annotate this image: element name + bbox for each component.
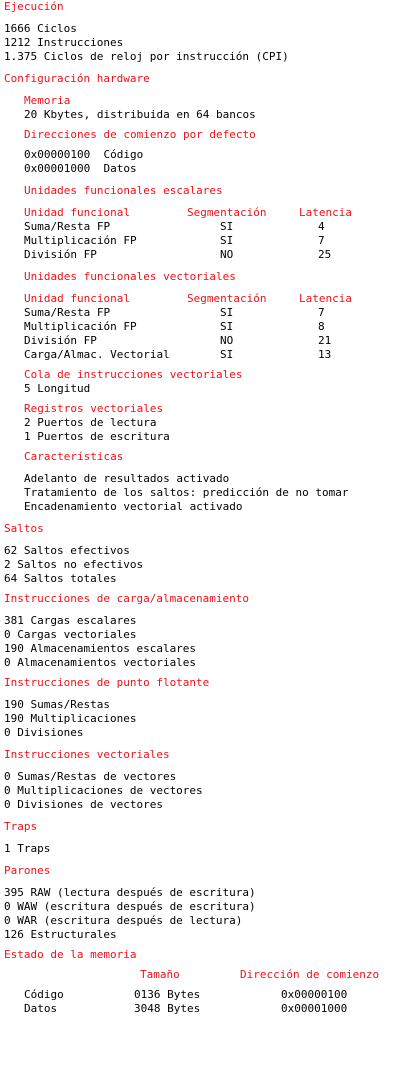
jumps-taken: 62 Saltos efectivos xyxy=(4,544,130,557)
segment-size: 0136 Bytes xyxy=(134,988,201,1001)
table-row: Suma/Resta FP SI 4 xyxy=(4,220,408,234)
feature-branch-handling: Tratamiento de los saltos: predicción de… xyxy=(24,486,349,499)
unit-pipelining: SI xyxy=(220,234,234,247)
column-header-size: Tamaño xyxy=(140,968,180,981)
vector-write-ports: 1 Puertos de escritura xyxy=(24,430,170,443)
unit-pipelining: SI xyxy=(220,348,234,361)
subsection-title-features: Características xyxy=(24,450,124,463)
table-row: Multiplicación FP SI 8 xyxy=(4,320,408,334)
unit-latency: 13 xyxy=(318,348,332,361)
unit-name: Suma/Resta FP xyxy=(24,306,111,319)
subsection-title-memory: Memoria xyxy=(24,94,71,107)
execution-instructions: 1212 Instrucciones xyxy=(4,36,124,49)
stalls-war: 0 WAR (escritura después de lectura) xyxy=(4,914,243,927)
segment-name: Código xyxy=(24,988,64,1001)
vector-stores: 0 Almacenamientos vectoriales xyxy=(4,656,197,669)
vector-loads: 0 Cargas vectoriales xyxy=(4,628,137,641)
table-row: Datos 3048 Bytes 0x00001000 xyxy=(4,1002,408,1016)
column-header-start-address: Dirección de comienzo xyxy=(240,968,380,981)
column-header-pipelining: Segmentación xyxy=(187,292,267,305)
unit-name: División FP xyxy=(24,334,97,347)
jumps-total: 64 Saltos totales xyxy=(4,572,117,585)
section-title-hardware: Configuración hardware xyxy=(4,72,150,85)
unit-pipelining: SI xyxy=(220,320,234,333)
subsection-title-vector-registers: Registros vectoriales xyxy=(24,402,164,415)
vector-units-header: Unidad funcional Segmentación Latencia xyxy=(4,292,408,306)
unit-pipelining: SI xyxy=(220,306,234,319)
section-title-traps: Traps xyxy=(4,820,38,833)
subsection-title-scalar-units: Unidades funcionales escalares xyxy=(24,184,223,197)
section-title-vector-instructions: Instrucciones vectoriales xyxy=(4,748,170,761)
section-title-execution: Ejecución xyxy=(4,0,64,13)
segment-address: 0x00001000 xyxy=(281,1002,348,1015)
section-title-stalls: Parones xyxy=(4,864,51,877)
vector-add-sub: 0 Sumas/Restas de vectores xyxy=(4,770,177,783)
scalar-units-header: Unidad funcional Segmentación Latencia xyxy=(4,206,408,220)
stalls-waw: 0 WAW (escritura después de escritura) xyxy=(4,900,256,913)
vector-div: 0 Divisiones de vectores xyxy=(4,798,163,811)
statistics-report: Ejecución 1666 Ciclos 1212 Instrucciones… xyxy=(0,0,408,1016)
jumps-not-taken: 2 Saltos no efectivos xyxy=(4,558,144,571)
column-header-unit: Unidad funcional xyxy=(24,292,130,305)
table-row: Código 0136 Bytes 0x00000100 xyxy=(4,988,408,1002)
execution-cpi: 1.375 Ciclos de reloj por instrucción (C… xyxy=(4,50,289,63)
traps-count: 1 Traps xyxy=(4,842,51,855)
scalar-loads: 381 Cargas escalares xyxy=(4,614,137,627)
fp-mul: 190 Multiplicaciones xyxy=(4,712,137,725)
subsection-title-addresses: Direcciones de comienzo por defecto xyxy=(24,128,256,141)
stalls-structural: 126 Estructurales xyxy=(4,928,117,941)
table-row: División FP NO 21 xyxy=(4,334,408,348)
unit-latency: 8 xyxy=(318,320,325,333)
unit-latency: 21 xyxy=(318,334,332,347)
unit-latency: 7 xyxy=(318,306,325,319)
segment-address: 0x00000100 xyxy=(281,988,348,1001)
unit-latency: 25 xyxy=(318,248,332,261)
column-header-unit: Unidad funcional xyxy=(24,206,130,219)
execution-cycles: 1666 Ciclos xyxy=(4,22,77,35)
section-title-floating-point: Instrucciones de punto flotante xyxy=(4,676,210,689)
stalls-raw: 395 RAW (lectura después de escritura) xyxy=(4,886,256,899)
unit-name: Multiplicación FP xyxy=(24,234,137,247)
vector-mul: 0 Multiplicaciones de vectores xyxy=(4,784,203,797)
table-row: Multiplicación FP SI 7 xyxy=(4,234,408,248)
table-row: Carga/Almac. Vectorial SI 13 xyxy=(4,348,408,362)
segment-name: Datos xyxy=(24,1002,58,1015)
section-title-load-store: Instrucciones de carga/almacenamiento xyxy=(4,592,250,605)
vector-queue-length: 5 Longitud xyxy=(24,382,91,395)
column-header-latency: Latencia xyxy=(299,292,352,305)
unit-name: Suma/Resta FP xyxy=(24,220,111,233)
unit-pipelining: SI xyxy=(220,220,234,233)
fp-add-sub: 190 Sumas/Restas xyxy=(4,698,110,711)
table-row: División FP NO 25 xyxy=(4,248,408,262)
table-row: Suma/Resta FP SI 7 xyxy=(4,306,408,320)
column-header-latency: Latencia xyxy=(299,206,352,219)
vector-read-ports: 2 Puertos de lectura xyxy=(24,416,157,429)
section-title-memory-state: Estado de la memoria xyxy=(4,948,137,961)
feature-forwarding: Adelanto de resultados activado xyxy=(24,472,230,485)
scalar-stores: 190 Almacenamientos escalares xyxy=(4,642,197,655)
unit-name: División FP xyxy=(24,248,97,261)
segment-size: 3048 Bytes xyxy=(134,1002,201,1015)
section-title-jumps: Saltos xyxy=(4,522,44,535)
address-data: 0x00001000 Datos xyxy=(24,162,137,175)
unit-pipelining: NO xyxy=(220,334,234,347)
unit-pipelining: NO xyxy=(220,248,234,261)
unit-latency: 7 xyxy=(318,234,325,247)
column-header-pipelining: Segmentación xyxy=(187,206,267,219)
memory-state-header: Tamaño Dirección de comienzo xyxy=(4,968,408,982)
unit-name: Carga/Almac. Vectorial xyxy=(24,348,170,361)
subsection-title-vector-queue: Cola de instrucciones vectoriales xyxy=(24,368,243,381)
feature-vector-chaining: Encadenamiento vectorial activado xyxy=(24,500,243,513)
address-code: 0x00000100 Código xyxy=(24,148,144,161)
unit-name: Multiplicación FP xyxy=(24,320,137,333)
subsection-title-vector-units: Unidades funcionales vectoriales xyxy=(24,270,236,283)
unit-latency: 4 xyxy=(318,220,325,233)
fp-div: 0 Divisiones xyxy=(4,726,84,739)
memory-size: 20 Kbytes, distribuida en 64 bancos xyxy=(24,108,256,121)
